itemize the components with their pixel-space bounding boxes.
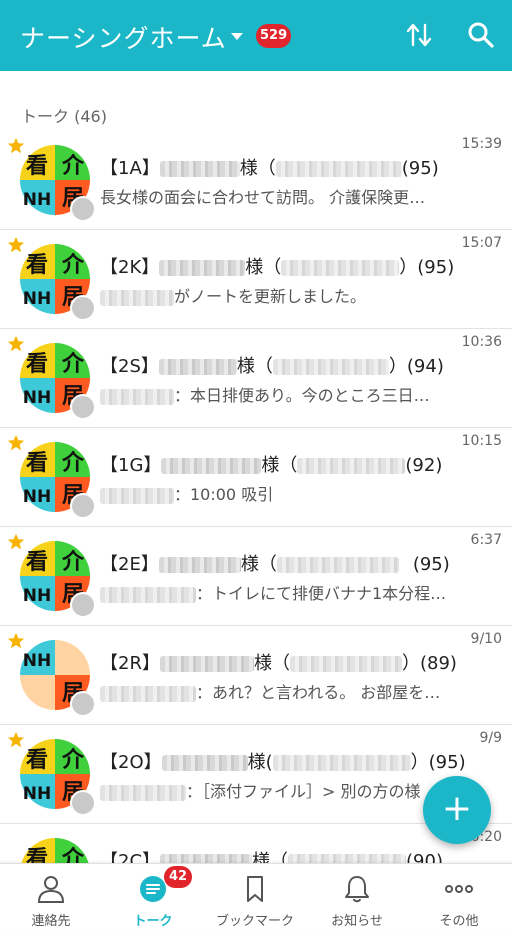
nav-label: 連絡先 [31,914,71,929]
section-label: トーク (46) [21,107,107,126]
row-preview: ：あれ？と言われる。 お部屋を… [100,679,470,703]
chevron-down-icon[interactable] [231,33,243,40]
nav-label: その他 [439,914,479,929]
nav-label: トーク [133,914,173,929]
search-icon[interactable] [466,20,496,50]
row-title: 【2R】 様（ ）(89) [100,653,457,674]
row-title: 【2E】 様（ (95) [100,554,450,575]
svg-text:介: 介 [61,450,85,476]
unread-badge: 529 [256,24,292,48]
row-title: 【2S】 様（ ）(94) [100,356,444,377]
svg-text:NH: NH [23,651,51,671]
nav-more[interactable]: その他 [408,864,510,936]
row-title: 【1A】 様（ (95) [100,158,439,179]
row-preview: ：10:00 吸引 [100,481,470,505]
row-time: 15:39 [461,136,502,152]
bookmark-icon [247,876,263,902]
bottom-nav: 連絡先 42 トーク ブックマーク お知らせ その他 [0,863,512,935]
row-time: 9/9 [479,730,502,746]
sort-icon[interactable] [404,20,434,50]
svg-text:NH: NH [23,487,51,507]
group-badge-icon [70,592,96,618]
svg-text:介: 介 [61,252,85,278]
svg-text:看: 看 [26,748,48,773]
nav-bookmark[interactable]: ブックマーク [204,864,306,936]
svg-text:NH: NH [23,289,51,309]
svg-text:介: 介 [61,549,85,575]
svg-text:看: 看 [26,154,48,179]
row-preview: ：本日排便あり。今のところ三日… [100,382,470,406]
svg-text:NH: NH [23,784,51,804]
group-badge-icon [70,691,96,717]
svg-text:看: 看 [26,352,48,377]
row-title: 【2K】 様（ ）(95) [100,257,455,278]
more-icon [445,885,473,893]
talk-row[interactable]: 看 介 NH 居 15:07 【2K】 様（ ）(95) がノートを更新しました。 [0,229,512,329]
svg-text:NH: NH [23,388,51,408]
row-title: 【1G】 様（ (92) [100,455,443,476]
talk-row[interactable]: 看 介 NH 居 10:15 【1G】 様（ (92) ：10:00 吸引 [0,427,512,527]
row-time: 6:37 [470,532,502,548]
row-preview: ：トイレにて排便バナナ1本分程… [100,580,470,604]
row-preview: がノートを更新しました。 [100,283,470,307]
page-title[interactable]: ナーシングホーム [20,19,227,55]
svg-text:NH: NH [23,190,51,210]
row-preview: 長女様の面会に合わせて訪問。 介護保険更… [100,188,426,207]
nav-talk[interactable]: 42 トーク [102,864,204,936]
svg-text:看: 看 [26,253,48,278]
nav-notifications[interactable]: お知らせ [306,864,408,936]
talk-row[interactable]: NH 居 9/10 【2R】 様（ ）(89) ：あれ？と言われる。 お部屋を… [0,625,512,725]
plus-icon: + [441,788,473,829]
svg-text:介: 介 [61,351,85,377]
group-badge-icon [70,790,96,816]
row-time: 10:15 [461,433,502,449]
group-badge-icon [70,493,96,519]
talk-badge: 42 [164,866,192,888]
row-time: 15:07 [461,235,502,251]
row-time: 10:36 [461,334,502,350]
row-preview: ：［添付ファイル］> 別の方の様 [100,778,470,802]
nav-label: お知らせ [331,914,383,929]
group-badge-icon [70,295,96,321]
svg-text:看: 看 [26,550,48,575]
row-time: 9/10 [470,631,502,647]
talk-row[interactable]: 看 介 NH 居 15:39 【1A】 様（ (95) 長女様の面会に合わせて訪問。… [0,130,512,230]
talk-row[interactable]: 看 介 NH 居 10:36 【2S】 様（ ）(94) ：本日排便あり。今のところ… [0,328,512,428]
svg-text:介: 介 [61,153,85,179]
group-badge-icon [70,196,96,222]
svg-text:NH: NH [23,586,51,606]
group-badge-icon [70,394,96,420]
row-title: 【2O】 様(）(95) [100,752,466,773]
app-header: ナーシングホーム 529 [0,0,512,71]
svg-text:看: 看 [26,451,48,476]
new-talk-button[interactable]: + [423,776,491,844]
person-icon [37,876,65,903]
bell-icon [345,876,369,903]
svg-text:介: 介 [61,747,85,773]
nav-contacts[interactable]: 連絡先 [0,864,102,936]
nav-label: ブックマーク [215,914,294,929]
talk-row[interactable]: 看 介 NH 居 6:37 【2E】 様（ (95) ：トイレにて排便バナナ1本分程… [0,526,512,626]
